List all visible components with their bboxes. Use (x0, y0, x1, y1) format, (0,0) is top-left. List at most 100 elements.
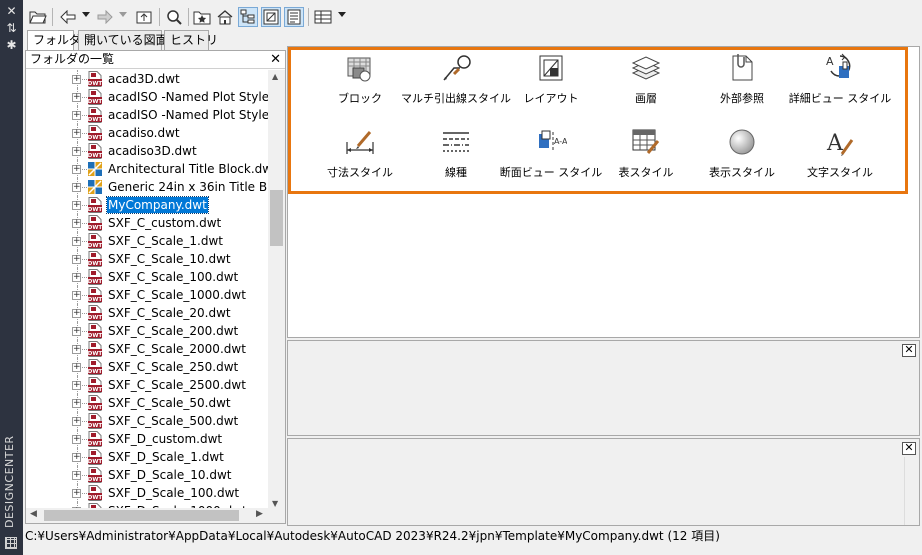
close-description-icon[interactable]: ✕ (902, 442, 916, 455)
tree-view-toggle-icon[interactable] (238, 7, 258, 27)
forward-dropdown-icon[interactable] (119, 12, 127, 17)
expand-icon[interactable]: + (72, 183, 81, 192)
expand-icon[interactable]: + (72, 129, 81, 138)
dwt-file-icon: DWT (87, 287, 103, 303)
tree-horizontal-scrollbar[interactable]: ◀ ▶ (26, 508, 285, 523)
tree-item[interactable]: + DWT SXF_C_Scale_100.dwt (26, 268, 268, 286)
expand-icon[interactable]: + (72, 399, 81, 408)
expand-icon[interactable]: + (72, 327, 81, 336)
tree-item-label: SXF_C_Scale_500.dwt (108, 414, 239, 428)
expand-icon[interactable]: + (72, 471, 81, 480)
tree-item[interactable]: + DWT SXF_D_Scale_100.dwt (26, 484, 268, 502)
tree-item[interactable]: + DWT acadiso.dwt (26, 124, 268, 142)
properties-gear-icon[interactable]: ✱ (4, 38, 19, 52)
expand-icon[interactable]: + (72, 453, 81, 462)
expand-icon[interactable]: + (72, 75, 81, 84)
scroll-up-icon[interactable]: ▲ (272, 72, 278, 81)
tab-folders[interactable]: フォルダ (27, 30, 81, 51)
tree-item-label: acadiso3D.dwt (108, 144, 197, 158)
content-item-label: 詳細ビュー スタイル (788, 92, 892, 105)
tree-item[interactable]: + Generic 24in x 36in Title Block. (26, 178, 268, 196)
expand-icon[interactable]: + (72, 201, 81, 210)
tree-item[interactable]: + DWT SXF_D_Scale_1.dwt (26, 448, 268, 466)
tree-item[interactable]: + Architectural Title Block.dwg (26, 160, 268, 178)
expand-icon[interactable]: + (72, 255, 81, 264)
up-folder-icon[interactable] (134, 7, 154, 27)
tab-open-drawings[interactable]: 開いている図面 (78, 30, 168, 50)
content-item[interactable]: 画層 (591, 52, 701, 112)
views-dropdown-icon[interactable] (338, 12, 346, 17)
expand-icon[interactable]: + (72, 93, 81, 102)
content-item[interactable]: 外部参照 (687, 52, 797, 112)
search-icon[interactable] (164, 7, 184, 27)
palette-grid-icon[interactable] (5, 537, 17, 549)
tree-item[interactable]: + DWT SXF_C_Scale_500.dwt (26, 412, 268, 430)
tree-item[interactable]: + DWT SXF_C_Scale_2000.dwt (26, 340, 268, 358)
favorites-icon[interactable] (192, 7, 212, 27)
back-dropdown-icon[interactable] (82, 12, 90, 17)
back-arrow-icon[interactable] (58, 7, 78, 27)
tree-item[interactable]: + DWT SXF_C_custom.dwt (26, 214, 268, 232)
content-item[interactable]: 表示スタイル (687, 126, 797, 186)
scroll-down-icon[interactable]: ▼ (272, 499, 278, 508)
expand-icon[interactable]: + (72, 237, 81, 246)
tree-item[interactable]: + DWT acad3D.dwt (26, 70, 268, 88)
tree-item-label: acadISO -Named Plot Styles3D (108, 108, 268, 122)
layout-icon (535, 52, 567, 84)
content-item[interactable]: マルチ引出線スタイル (401, 52, 511, 112)
views-icon[interactable] (313, 7, 333, 27)
tree-item[interactable]: + DWT acadiso3D.dwt (26, 142, 268, 160)
tree-item[interactable]: + DWT MyCompany.dwt (26, 196, 268, 214)
tree-item[interactable]: + DWT SXF_D_Scale_10.dwt (26, 466, 268, 484)
expand-icon[interactable]: + (72, 165, 81, 174)
expand-icon[interactable]: + (72, 309, 81, 318)
expand-icon[interactable]: + (72, 417, 81, 426)
tree-item-label: acadiso.dwt (108, 126, 180, 140)
content-item[interactable]: 表スタイル (591, 126, 701, 186)
tree-item[interactable]: + DWT SXF_C_Scale_20.dwt (26, 304, 268, 322)
expand-icon[interactable]: + (72, 381, 81, 390)
tree-item[interactable]: + DWT SXF_C_Scale_10.dwt (26, 250, 268, 268)
expand-icon[interactable]: + (72, 291, 81, 300)
content-item[interactable]: A-A 断面ビュー スタイル (496, 126, 606, 186)
tree-item[interactable]: + DWT SXF_D_custom.dwt (26, 430, 268, 448)
close-tree-icon[interactable]: ✕ (270, 52, 281, 67)
close-preview-icon[interactable]: ✕ (902, 344, 916, 357)
content-item[interactable]: 線種 (401, 126, 511, 186)
scroll-right-icon[interactable]: ▶ (256, 509, 263, 519)
expand-icon[interactable]: + (72, 435, 81, 444)
expand-icon[interactable]: + (72, 147, 81, 156)
home-icon[interactable] (215, 7, 235, 27)
tree-item[interactable]: + DWT SXF_C_Scale_50.dwt (26, 394, 268, 412)
description-toggle-icon[interactable] (284, 7, 304, 27)
tree-item[interactable]: + DWT SXF_C_Scale_2500.dwt (26, 376, 268, 394)
scroll-left-icon[interactable]: ◀ (30, 509, 37, 519)
content-item[interactable]: A 詳細ビュー スタイル (785, 52, 895, 112)
expand-icon[interactable]: + (72, 219, 81, 228)
content-item[interactable]: 寸法スタイル (305, 126, 415, 186)
forward-arrow-icon[interactable] (95, 7, 115, 27)
expand-icon[interactable]: + (72, 345, 81, 354)
expand-icon[interactable]: + (72, 111, 81, 120)
scroll-thumb[interactable] (270, 190, 283, 246)
hscroll-thumb[interactable] (44, 510, 239, 521)
close-palette-icon[interactable]: ✕ (4, 4, 19, 18)
load-folder-icon[interactable] (28, 7, 48, 27)
tree-item[interactable]: + DWT SXF_C_Scale_1000.dwt (26, 286, 268, 304)
expand-icon[interactable]: + (72, 273, 81, 282)
tree-item[interactable]: + DWT SXF_C_Scale_250.dwt (26, 358, 268, 376)
tree-item[interactable]: + DWT SXF_C_Scale_200.dwt (26, 322, 268, 340)
content-item[interactable]: A 文字スタイル (785, 126, 895, 186)
tree-item[interactable]: + DWT acadISO -Named Plot Styles3D (26, 106, 268, 124)
tree-item[interactable]: + DWT SXF_C_Scale_1.dwt (26, 232, 268, 250)
description-scrollbar[interactable] (904, 457, 919, 525)
tree-item[interactable]: + DWT acadISO -Named Plot Styles.dw (26, 88, 268, 106)
content-item[interactable]: レイアウト (496, 52, 606, 112)
expand-icon[interactable]: + (72, 363, 81, 372)
preview-toggle-icon[interactable] (261, 7, 281, 27)
content-item[interactable]: ブロック (305, 52, 415, 112)
tree-vertical-scrollbar[interactable]: ▲ ▼ (268, 70, 285, 510)
expand-icon[interactable]: + (72, 489, 81, 498)
tab-history[interactable]: ヒストリ (164, 30, 218, 50)
auto-hide-icon[interactable]: ⇅ (4, 21, 19, 35)
